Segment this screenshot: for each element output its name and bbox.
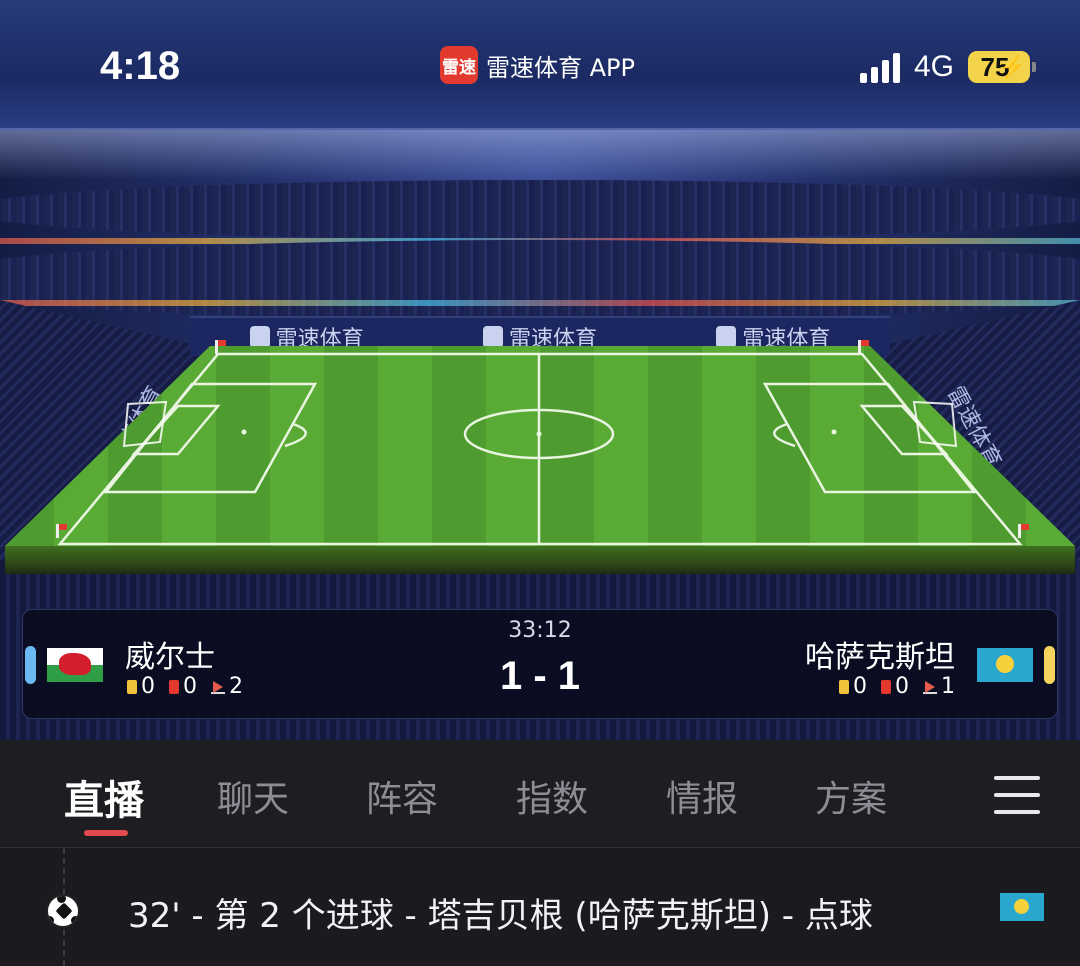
away-red-count: 0 <box>895 674 909 699</box>
corner-flag <box>1018 524 1029 538</box>
tab-lineup[interactable]: 阵容 <box>366 770 438 822</box>
scoreboard: 威尔士 0 0 2 33:12 1 - 1 哈萨克斯坦 0 0 1 <box>22 609 1058 719</box>
away-yellow-cards: 0 <box>839 674 867 699</box>
corner-kick-icon <box>923 680 937 694</box>
away-corners: 1 <box>923 674 955 699</box>
menu-line <box>994 810 1040 814</box>
red-card-icon <box>881 679 891 694</box>
stand-upper-tier <box>0 180 1080 240</box>
away-team-name[interactable]: 哈萨克斯坦 <box>805 632 955 676</box>
hamburger-menu-icon[interactable] <box>994 776 1040 814</box>
cellular-signal-icon <box>859 51 900 83</box>
goal-area-left <box>131 404 221 456</box>
status-time: 4:18 <box>100 44 181 88</box>
penalty-spot-right <box>831 429 837 435</box>
penalty-arc-right <box>773 422 796 448</box>
away-side-indicator <box>1044 646 1055 684</box>
sun-emblem <box>1014 899 1029 914</box>
soccer-ball-icon <box>46 894 80 928</box>
tab-plans[interactable]: 方案 <box>815 770 887 822</box>
network-type: 4G <box>913 50 954 83</box>
corner-flag <box>56 524 67 538</box>
stadium-lights <box>0 130 1080 180</box>
corner-flag <box>858 340 869 354</box>
app-name: 雷速体育 APP <box>486 53 635 82</box>
status-bar: 4:18 雷速 雷速体育 APP 4G 75 ⚡ <box>0 40 1080 100</box>
away-yellow-count: 0 <box>853 674 867 699</box>
kazakhstan-flag-icon <box>1000 893 1044 921</box>
tab-chat[interactable]: 聊天 <box>217 770 289 822</box>
penalty-area-right <box>762 382 977 494</box>
kazakhstan-flag-icon <box>977 648 1033 682</box>
penalty-spot-left <box>241 429 247 435</box>
tab-live[interactable]: 直播 <box>64 768 144 826</box>
stand-ribbon <box>0 300 1080 306</box>
yellow-card-icon <box>839 679 849 694</box>
tab-bar: 直播 聊天 阵容 指数 情报 方案 <box>0 740 1080 848</box>
tab-intel[interactable]: 情报 <box>666 770 738 822</box>
leisu-logo-icon <box>249 326 270 348</box>
active-tab-indicator <box>84 830 128 836</box>
menu-line <box>994 776 1040 780</box>
stand-middle-tier <box>0 240 1080 320</box>
tab-odds[interactable]: 指数 <box>516 770 588 822</box>
app-badge: 雷速 雷速体育 APP <box>440 46 635 84</box>
app-logo-icon: 雷速 <box>440 46 478 84</box>
status-indicators: 4G 75 ⚡ <box>859 50 1036 84</box>
charging-bolt-icon: ⚡ <box>998 54 1026 79</box>
signal-bar <box>892 53 900 83</box>
signal-bar <box>881 60 889 83</box>
center-spot <box>536 431 542 437</box>
pitch-lines <box>57 352 1023 546</box>
penalty-area-left <box>103 382 318 494</box>
live-events-list: 32' - 第 2 个进球 - 塔吉贝根 (哈萨克斯坦) - 点球 <box>0 848 1080 966</box>
away-red-cards: 0 <box>881 674 909 699</box>
leisu-logo-icon <box>716 326 737 348</box>
leisu-logo-icon <box>482 326 503 348</box>
away-team-stats: 0 0 1 <box>839 674 955 699</box>
battery-icon: 75 ⚡ <box>968 51 1036 83</box>
penalty-arc-left <box>284 422 307 448</box>
away-corner-count: 1 <box>941 674 955 699</box>
signal-bar <box>870 67 878 83</box>
signal-bar <box>859 73 867 83</box>
goal-area-right <box>859 404 949 456</box>
event-description: 32' - 第 2 个进球 - 塔吉贝根 (哈萨克斯坦) - 点球 <box>128 896 873 936</box>
sun-emblem <box>996 655 1014 673</box>
menu-line <box>994 793 1040 797</box>
corner-flag <box>215 340 226 354</box>
pitch-animation: 雷速体育 雷速体育 雷速体育 雷速体育 雷速体育 <box>0 310 1080 580</box>
